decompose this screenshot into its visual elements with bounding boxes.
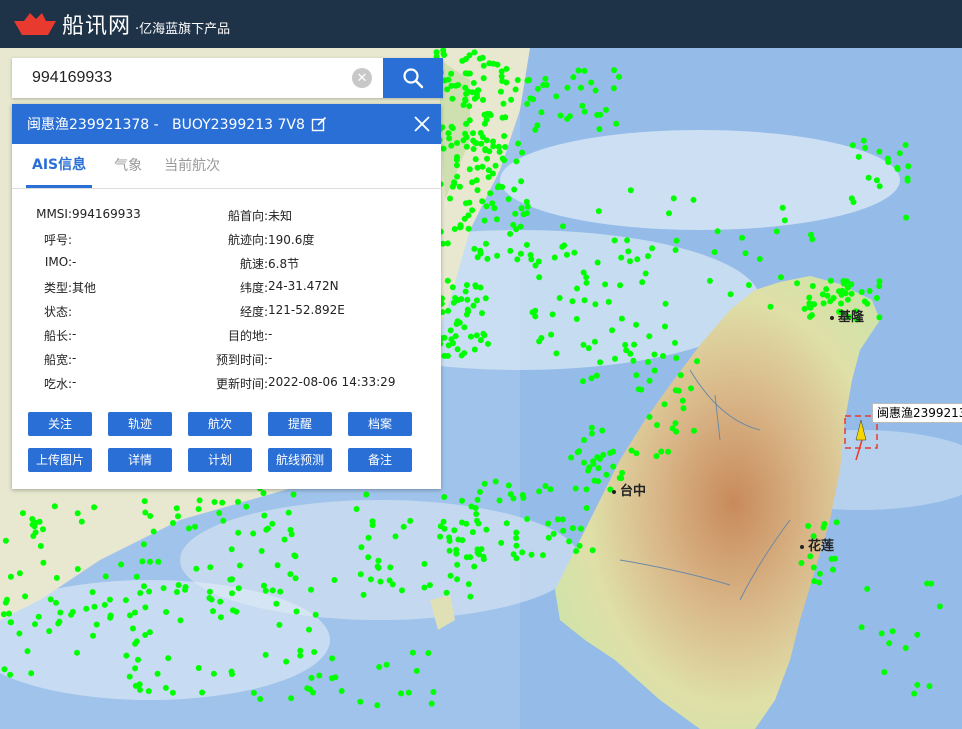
field-label: 纬度: [239, 281, 268, 295]
field-label: 经度: [239, 305, 268, 319]
field-row: 吃水: - [12, 375, 76, 392]
brand-tagline: ·亿海蓝旗下产品 [135, 21, 231, 37]
field-value: - [72, 255, 77, 269]
field-value: - [72, 375, 77, 389]
action-button[interactable]: 计划 [188, 448, 252, 472]
action-button[interactable]: 轨迹 [108, 412, 172, 436]
field-row: 纬度: 24-31.472N [212, 279, 339, 296]
field-label: 船首向: [227, 209, 268, 223]
brand-name[interactable]: 船讯网 [62, 8, 131, 40]
tab-current-voyage[interactable]: 当前航次 [160, 144, 238, 188]
field-label: 船长: [43, 329, 72, 343]
action-button[interactable]: 备注 [348, 448, 412, 472]
field-row: 船宽: - [12, 351, 76, 368]
action-button[interactable]: 档案 [348, 412, 412, 436]
field-label: 状态: [43, 305, 72, 319]
field-label: 吃水: [43, 377, 72, 391]
field-label: 航速: [239, 257, 268, 271]
field-value: 2022-08-06 14:33:29 [268, 375, 396, 389]
field-label: IMO: [44, 255, 72, 269]
tab-weather[interactable]: 气象 [110, 144, 160, 188]
field-value: 未知 [268, 209, 293, 223]
ship-logo-icon[interactable] [12, 9, 58, 39]
field-value: 其他 [72, 281, 97, 295]
top-bar: 船讯网 ·亿海蓝旗下产品 [0, 0, 962, 48]
field-row: 预到时间: - [212, 351, 272, 368]
field-value: - [268, 351, 273, 365]
field-row: IMO: - [12, 255, 77, 269]
ship-info-panel: 闽惠渔239921378 - BUOY2399213 7V8 AIS信息 气象 … [12, 104, 441, 489]
field-value: 6.8节 [268, 257, 300, 271]
field-row: 船长: - [12, 327, 76, 344]
place-label-keelung: 基隆 [830, 306, 864, 325]
ship-name-tag[interactable]: 闽惠渔2399213 [872, 403, 962, 423]
field-row: 经度: 121-52.892E [212, 303, 345, 320]
field-row: 状态: [12, 303, 72, 320]
field-value: 24-31.472N [268, 279, 339, 293]
field-value: 190.6度 [268, 233, 315, 247]
panel-header: 闽惠渔239921378 - BUOY2399213 7V8 [12, 104, 441, 144]
close-icon[interactable] [413, 115, 431, 133]
field-row: 航速: 6.8节 [212, 255, 299, 272]
action-button[interactable]: 关注 [28, 412, 92, 436]
field-label: 目的地: [227, 329, 268, 343]
tab-ais-info[interactable]: AIS信息 [26, 144, 93, 188]
field-row: 航迹向: 190.6度 [212, 231, 314, 248]
field-value: 994169933 [72, 207, 141, 221]
action-button[interactable]: 航次 [188, 412, 252, 436]
edit-icon[interactable] [311, 116, 327, 132]
field-row: MMSI: 994169933 [12, 207, 141, 221]
field-label: 预到时间: [215, 353, 268, 367]
action-button[interactable]: 详情 [108, 448, 172, 472]
search-icon [403, 68, 424, 89]
field-value: - [72, 351, 77, 365]
field-row: 船首向: 未知 [212, 207, 292, 224]
clear-icon[interactable]: ✕ [352, 68, 372, 88]
place-label-taichung: 台中 [612, 480, 646, 499]
action-button[interactable]: 上传图片 [28, 448, 92, 472]
field-row: 更新时间: 2022-08-06 14:33:29 [212, 375, 396, 392]
field-label: 更新时间: [215, 377, 268, 391]
ship-title: 闽惠渔239921378 - BUOY2399213 7V8 [27, 117, 305, 133]
field-label: 航迹向: [227, 233, 268, 247]
action-button[interactable]: 提醒 [268, 412, 332, 436]
field-value: - [72, 327, 77, 341]
search-bar: ✕ [12, 58, 443, 98]
field-row: 类型: 其他 [12, 279, 96, 296]
field-label: 类型: [43, 281, 72, 295]
field-row: 目的地: - [212, 327, 272, 344]
ais-info-grid: MMSI: 994169933 呼号: IMO: - 类型: 其他 状态: 船长: - 船宽: - 吃水… [12, 189, 441, 395]
field-label: MMSI: [36, 207, 72, 221]
field-value: 121-52.892E [268, 303, 345, 317]
action-button[interactable]: 航线预测 [268, 448, 332, 472]
place-label-hualien: 花莲 [800, 535, 834, 554]
search-button[interactable] [383, 58, 443, 98]
search-input[interactable] [12, 58, 383, 98]
field-label: 船宽: [43, 353, 72, 367]
field-value: - [268, 327, 273, 341]
panel-tabs: AIS信息 气象 当前航次 [12, 144, 441, 189]
field-label: 呼号: [43, 233, 72, 247]
field-row: 呼号: [12, 231, 72, 248]
